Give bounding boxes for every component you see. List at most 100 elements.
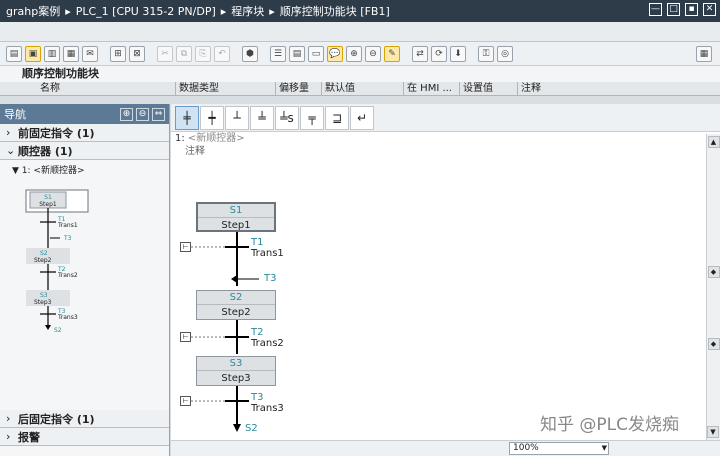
mini-trans-name: Trans1 [57,222,78,229]
step-name: Step1 [221,220,251,231]
scroll-down-icon[interactable]: ▼ [707,426,719,438]
transition-id: T1 [251,237,264,248]
mini-step-name: Step2 [34,257,52,264]
paste-icon[interactable]: ⎘ [195,45,211,62]
condition-icon[interactable]: ⊢ [180,332,191,342]
sequence-overview[interactable]: S1 Step1 T1 Trans1 T3 S2 Step2 T2 Trans2… [20,186,140,336]
step-s2[interactable]: S2 Step2 [196,290,276,320]
scroll-up-icon[interactable]: ▲ [707,136,720,148]
zoom-out-toolbar-icon[interactable]: ⊖ [365,45,381,62]
breadcrumb-block[interactable]: 顺序控制功能块 [FB1] [280,3,390,19]
breadcrumb-program-blocks[interactable]: 程序块 [231,3,264,19]
scroll-lower-icon[interactable]: ◆ [707,338,720,350]
col-name[interactable]: 名称 [0,82,176,96]
insert-network-icon[interactable]: ⊞ [110,45,126,62]
mode-icon[interactable]: ✎ [384,45,400,62]
breadcrumb-plc[interactable]: PLC_1 [CPU 315-2 PN/DP] [76,5,216,18]
undo-icon[interactable]: ↶ [214,45,230,62]
breadcrumb-project[interactable]: grahp案例 [6,3,60,19]
fit-icon[interactable]: ⇔ [152,107,165,121]
condition-icon[interactable]: ⊢ [180,396,191,406]
zoom-in-toolbar-icon[interactable]: ⊕ [346,45,362,62]
graph-editor: ╪ ┿ ┴ ╧ ╧s ╤ ⊒ ↵ 1: <新顺控器> 注释 S1 Step1 S… [171,104,720,456]
view-icon[interactable]: ▣ [25,45,41,62]
col-default[interactable]: 默认值 [322,82,404,96]
restore-icon[interactable]: □ [667,3,680,16]
transition-id: T3 [251,392,264,403]
zoom-out-icon[interactable]: ⊖ [136,107,149,121]
copy-icon[interactable]: ⧉ [176,45,192,62]
step-s1[interactable]: S1 Step1 [196,202,276,232]
interface-splitter[interactable] [0,96,720,104]
zoom-select[interactable]: 100% ▼ [509,442,609,455]
debug-icon[interactable]: ⬢ [242,45,258,62]
comment-icon[interactable]: 💬 [327,45,343,62]
expand-icon: › [6,412,11,425]
nav-tree-item[interactable]: ▼ 1: <新顺控器> [0,160,169,176]
breadcrumb-separator: ▸ [220,4,227,18]
nav-section-post[interactable]: › 后固定指令 (1) [0,410,169,428]
glasses-icon[interactable]: ◎ [497,45,513,62]
step-name: Step2 [221,307,251,318]
window-controls: — □ ▪ ✕ [649,3,716,16]
mini-step-num: S1 [44,194,52,201]
sequence-graph [191,232,259,432]
print-icon[interactable]: ▦ [63,45,79,62]
interface-header: 名称 数据类型 偏移量 默认值 在 HMI ... 设置值 注释 [0,82,720,96]
jump-out-label[interactable]: S2 [245,423,258,434]
zoom-value: 100% [513,443,539,453]
cut-icon[interactable]: ✂ [157,45,173,62]
col-offset[interactable]: 偏移量 [276,82,322,96]
nav-section-label: 报警 [18,430,40,444]
scroll-middle-icon[interactable]: ◆ [707,266,720,278]
key-icon[interactable]: ⚿ [478,45,494,62]
nav-section-alarms[interactable]: › 报警 [0,428,169,446]
download-icon[interactable]: ⬇ [450,45,466,62]
monitor-icon[interactable]: ▥ [44,45,60,62]
transition-t3[interactable]: T3 Trans3 [251,392,284,414]
online-icon[interactable]: ⇄ [412,45,428,62]
transition-name: Trans2 [251,338,284,349]
col-comment[interactable]: 注释 [518,82,720,96]
watermark: 知乎 @PLC发烧痴 [540,415,679,435]
transition-t1[interactable]: T1 Trans1 [251,237,284,259]
delete-network-icon[interactable]: ⊠ [129,45,145,62]
step-number: S2 [197,291,275,305]
nav-section-pre[interactable]: › 前固定指令 (1) [0,124,169,142]
mail-icon[interactable]: ✉ [82,45,98,62]
col-hmi[interactable]: 在 HMI ... [404,82,460,96]
nav-section-label: 前固定指令 (1) [18,126,95,140]
close-icon[interactable]: ✕ [703,3,716,16]
transition-t2[interactable]: T2 Trans2 [251,327,284,349]
sub-bar [0,22,720,42]
mini-jump-in: T3 [63,235,72,242]
list-icon[interactable]: ☰ [270,45,286,62]
sync-icon[interactable]: ⟳ [431,45,447,62]
jump-in-label[interactable]: T3 [264,273,276,284]
interface-toggle-icon[interactable]: ▤ [6,45,22,62]
float-icon[interactable]: ▪ [685,3,698,16]
nav-section-sequencer[interactable]: ⌄ 顺控器 (1) [0,142,169,160]
navigation-header: 导航 ⊕ ⊖ ⇔ [0,104,169,124]
zoom-in-icon[interactable]: ⊕ [120,107,133,121]
mini-trans-name: Trans2 [57,272,78,279]
window-icon[interactable]: ▭ [308,45,324,62]
zoom-bar: 100% ▼ [171,440,720,456]
transition-name: Trans3 [251,403,284,414]
collapse-icon: ⌄ [6,144,16,157]
table-icon[interactable]: ▤ [289,45,305,62]
col-setpoint[interactable]: 设置值 [460,82,518,96]
breadcrumb-separator: ▸ [65,4,71,18]
mini-step-name: Step3 [34,299,52,306]
mini-step-name: Step1 [39,201,57,208]
minimize-icon[interactable]: — [649,3,662,16]
vertical-scrollbar[interactable]: ▲ ◆ ◆ ▼ [706,134,720,440]
mini-trans-name: Trans3 [57,314,78,321]
panel-toggle-icon[interactable]: ▦ [696,45,712,62]
step-name: Step3 [221,373,251,384]
mini-step-num: S2 [40,250,48,257]
col-datatype[interactable]: 数据类型 [176,82,276,96]
expand-icon: › [6,430,11,443]
condition-icon[interactable]: ⊢ [180,242,191,252]
step-s3[interactable]: S3 Step3 [196,356,276,386]
